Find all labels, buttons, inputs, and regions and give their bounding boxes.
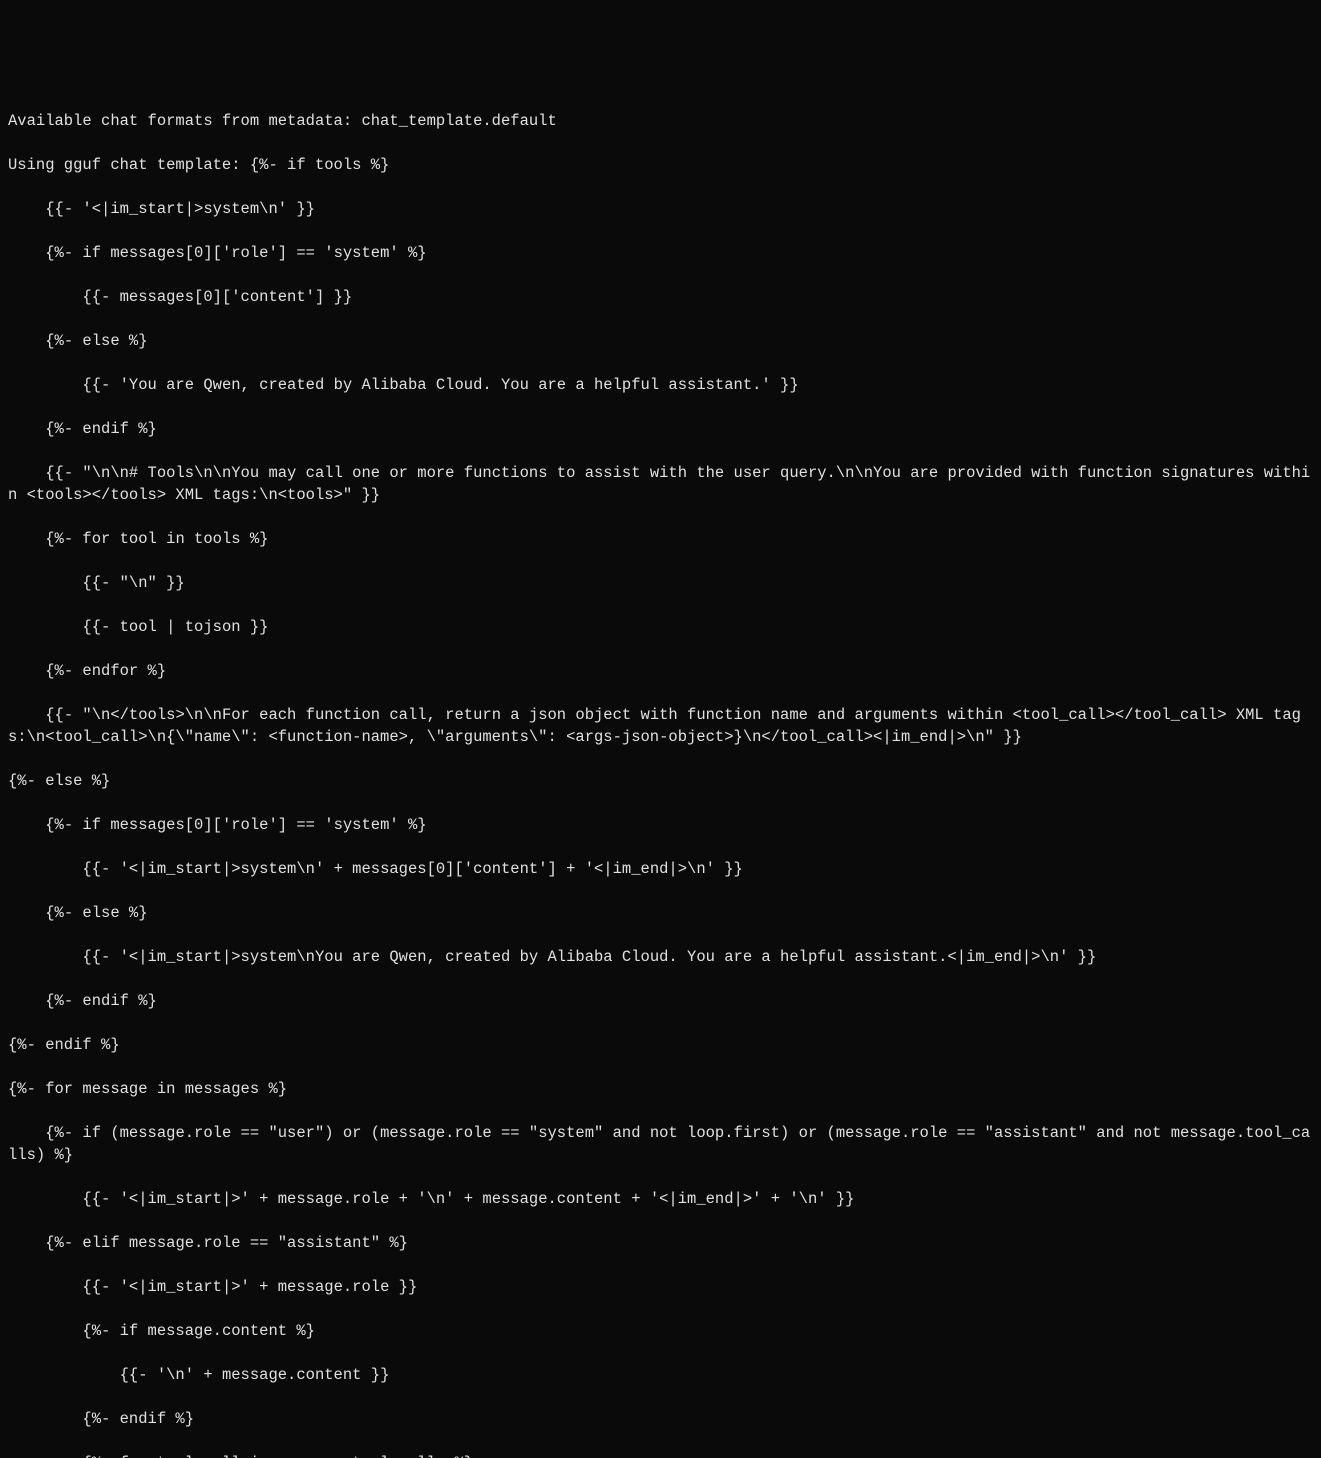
terminal-line: {{- "\n" }} [8, 572, 1313, 594]
terminal-line: {{- "\n</tools>\n\nFor each function cal… [8, 704, 1313, 748]
terminal-line: {{- tool | tojson }} [8, 616, 1313, 638]
terminal-line: {{- 'You are Qwen, created by Alibaba Cl… [8, 374, 1313, 396]
terminal-line: {{- '<|im_start|>system\n' + messages[0]… [8, 858, 1313, 880]
terminal-line: Using gguf chat template: {%- if tools %… [8, 154, 1313, 176]
terminal-line: {%- if (message.role == "user") or (mess… [8, 1122, 1313, 1166]
terminal-line: {%- if message.content %} [8, 1320, 1313, 1342]
terminal-line: {%- for message in messages %} [8, 1078, 1313, 1100]
terminal-output[interactable]: Available chat formats from metadata: ch… [0, 88, 1321, 1458]
terminal-line: {%- elif message.role == "assistant" %} [8, 1232, 1313, 1254]
terminal-line: {%- for tool in tools %} [8, 528, 1313, 550]
terminal-line: {{- '<|im_start|>' + message.role }} [8, 1276, 1313, 1298]
terminal-line: {{- '\n' + message.content }} [8, 1364, 1313, 1386]
terminal-line: {%- endif %} [8, 1034, 1313, 1056]
terminal-line: {{- '<|im_start|>system\nYou are Qwen, c… [8, 946, 1313, 968]
terminal-line: {%- if messages[0]['role'] == 'system' %… [8, 814, 1313, 836]
terminal-line: {%- if messages[0]['role'] == 'system' %… [8, 242, 1313, 264]
terminal-line: {%- else %} [8, 770, 1313, 792]
terminal-line: {{- messages[0]['content'] }} [8, 286, 1313, 308]
terminal-line: {%- endif %} [8, 1408, 1313, 1430]
terminal-line: {%- for tool_call in message.tool_calls … [8, 1452, 1313, 1458]
terminal-line: Available chat formats from metadata: ch… [8, 110, 1313, 132]
terminal-line: {%- endfor %} [8, 660, 1313, 682]
terminal-line: {{- '<|im_start|>system\n' }} [8, 198, 1313, 220]
terminal-line: {%- endif %} [8, 418, 1313, 440]
terminal-line: {%- endif %} [8, 990, 1313, 1012]
terminal-line: {%- else %} [8, 902, 1313, 924]
terminal-line: {{- '<|im_start|>' + message.role + '\n'… [8, 1188, 1313, 1210]
terminal-line: {%- else %} [8, 330, 1313, 352]
terminal-line: {{- "\n\n# Tools\n\nYou may call one or … [8, 462, 1313, 506]
